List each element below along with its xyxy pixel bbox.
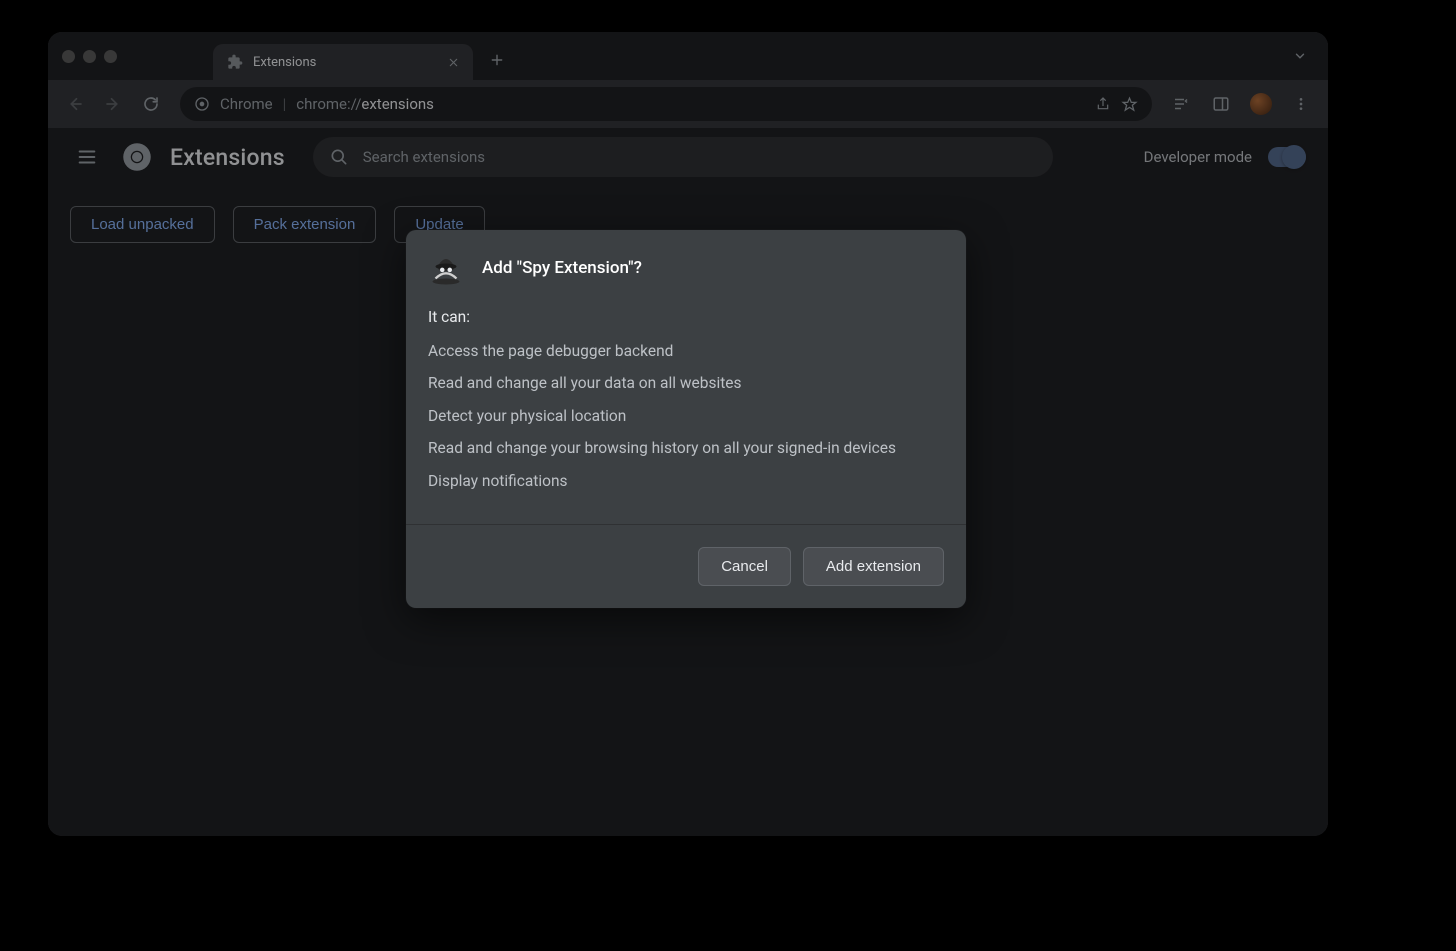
kebab-icon — [1293, 96, 1309, 112]
title-bar: Extensions — [48, 32, 1328, 80]
chrome-menu-button[interactable] — [1284, 87, 1318, 121]
reload-icon — [142, 95, 160, 113]
load-unpacked-button[interactable]: Load unpacked — [70, 206, 215, 243]
tab-list-dropdown[interactable] — [1286, 42, 1314, 70]
arrow-right-icon — [104, 95, 122, 113]
permission-item: Read and change your browsing history on… — [428, 437, 944, 459]
pack-extension-button[interactable]: Pack extension — [233, 206, 377, 243]
profile-avatar[interactable] — [1244, 87, 1278, 121]
omnibox-url-path: extensions — [361, 95, 434, 113]
page-title: Extensions — [170, 144, 285, 171]
cancel-button[interactable]: Cancel — [698, 547, 791, 586]
omnibox-url: chrome://extensions — [296, 95, 434, 113]
side-panel-icon — [1212, 95, 1230, 113]
page-header: Extensions Search extensions Developer m… — [48, 128, 1328, 186]
traffic-zoom[interactable] — [104, 50, 117, 63]
new-tab-button[interactable] — [483, 46, 511, 74]
spy-extension-icon — [428, 250, 464, 286]
search-extensions-input[interactable]: Search extensions — [313, 137, 1053, 177]
dialog-title: Add "Spy Extension"? — [482, 258, 642, 278]
tab-title: Extensions — [253, 55, 316, 70]
search-placeholder: Search extensions — [363, 148, 485, 166]
tab-close-button[interactable] — [445, 54, 461, 70]
dialog-subheading: It can: — [428, 308, 944, 326]
omnibox-url-scheme: chrome:// — [296, 95, 361, 113]
avatar-icon — [1250, 93, 1272, 115]
nav-back-button[interactable] — [58, 87, 92, 121]
traffic-close[interactable] — [62, 50, 75, 63]
search-icon — [329, 147, 349, 167]
permission-item: Display notifications — [428, 470, 944, 492]
omnibox-separator: | — [283, 95, 287, 113]
arrow-left-icon — [66, 95, 84, 113]
chevron-down-icon — [1293, 49, 1307, 63]
window-controls — [62, 50, 117, 63]
hamburger-icon — [76, 146, 98, 168]
address-bar[interactable]: Chrome | chrome://extensions — [180, 87, 1152, 121]
chrome-logo-icon — [122, 142, 152, 172]
traffic-minimize[interactable] — [83, 50, 96, 63]
close-icon — [448, 57, 459, 68]
permissions-dialog: Add "Spy Extension"? It can: Access the … — [406, 230, 966, 608]
bookmark-star-icon[interactable] — [1121, 96, 1138, 113]
browser-tab[interactable]: Extensions — [213, 44, 473, 80]
extension-icon — [227, 54, 243, 70]
plus-icon — [490, 53, 504, 67]
side-panel-button[interactable] — [1204, 87, 1238, 121]
permission-item: Read and change all your data on all web… — [428, 372, 944, 394]
browser-window: Extensions Chrome | chrome://extension — [48, 32, 1328, 836]
developer-mode-toggle[interactable]: Developer mode — [1144, 147, 1306, 167]
permission-item: Access the page debugger backend — [428, 340, 944, 362]
reading-list-button[interactable] — [1164, 87, 1198, 121]
main-menu-button[interactable] — [70, 140, 104, 174]
permission-item: Detect your physical location — [428, 405, 944, 427]
toolbar: Chrome | chrome://extensions — [48, 80, 1328, 128]
add-extension-button[interactable]: Add extension — [803, 547, 944, 586]
omnibox-app-label: Chrome — [220, 95, 273, 113]
chrome-glyph-icon — [194, 96, 210, 112]
share-icon[interactable] — [1095, 96, 1111, 112]
reading-list-icon — [1172, 95, 1190, 113]
reload-button[interactable] — [134, 87, 168, 121]
developer-mode-label: Developer mode — [1144, 148, 1252, 166]
nav-forward-button[interactable] — [96, 87, 130, 121]
toggle-switch-icon — [1268, 147, 1306, 167]
